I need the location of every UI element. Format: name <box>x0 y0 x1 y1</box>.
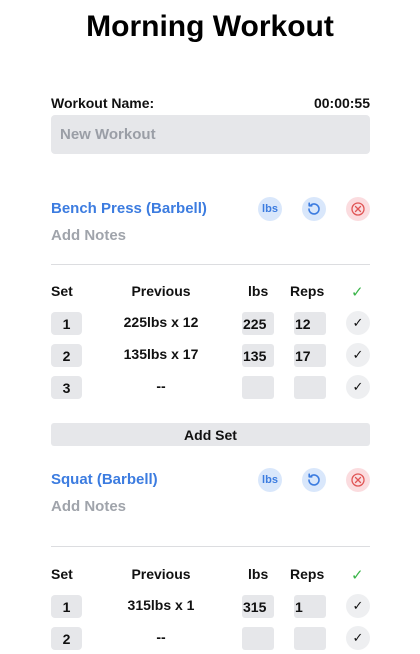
complete-set-button[interactable]: ✓ <box>346 311 370 335</box>
previous-value: -- <box>156 378 166 394</box>
divider <box>51 264 370 265</box>
page-title: Morning Workout <box>86 10 334 43</box>
notes-input[interactable] <box>51 498 251 515</box>
exercise-card: Squat (Barbell) lbs Set Previous lbs Rep… <box>51 468 370 650</box>
unit-toggle-button[interactable]: lbs <box>258 197 282 221</box>
header-previous-label: Previous <box>131 566 191 582</box>
reps-input[interactable] <box>294 312 326 335</box>
previous-value: 225lbs x 12 <box>123 314 199 330</box>
refresh-icon[interactable] <box>302 197 326 221</box>
reps-input[interactable] <box>294 595 326 618</box>
sets-table: Set Previous lbs Reps ✓ 1 315lbs x 1 ✓ 2… <box>51 566 370 654</box>
previous-value: -- <box>156 629 166 645</box>
table-row: 1 225lbs x 12 ✓ <box>51 309 370 341</box>
header-reps: Reps <box>290 566 325 582</box>
table-header: Set Previous lbs Reps ✓ <box>51 283 370 301</box>
complete-set-button[interactable]: ✓ <box>346 343 370 367</box>
workout-timer: 00:00:55 <box>313 95 370 111</box>
table-row: 2 -- ✓ <box>51 624 370 654</box>
check-icon: ✓ <box>351 284 364 301</box>
complete-set-button[interactable]: ✓ <box>346 594 370 618</box>
weight-input[interactable] <box>242 595 274 618</box>
header-set: Set <box>51 283 73 299</box>
workout-name-label: Workout Name: <box>51 95 155 111</box>
sets-table: Set Previous lbs Reps ✓ 1 225lbs x 12 ✓ … <box>51 283 370 405</box>
table-row: 1 315lbs x 1 ✓ <box>51 592 370 624</box>
weight-input[interactable] <box>242 344 274 367</box>
add-set-button[interactable]: Add Set <box>51 423 370 446</box>
previous-value: 135lbs x 17 <box>123 346 199 362</box>
header-set: Set <box>51 566 73 582</box>
set-number[interactable]: 1 <box>51 312 82 335</box>
workout-name-input[interactable] <box>51 115 370 154</box>
weight-input[interactable] <box>242 627 274 650</box>
table-row: 2 135lbs x 17 ✓ <box>51 341 370 373</box>
reps-input[interactable] <box>294 376 326 399</box>
previous-value: 315lbs x 1 <box>127 597 195 613</box>
weight-input[interactable] <box>242 376 274 399</box>
complete-set-button[interactable]: ✓ <box>346 626 370 650</box>
reps-input[interactable] <box>294 344 326 367</box>
set-number[interactable]: 1 <box>51 595 82 618</box>
weight-input[interactable] <box>242 312 274 335</box>
close-circle-icon[interactable] <box>346 197 370 221</box>
header-reps: Reps <box>290 283 325 299</box>
complete-set-button[interactable]: ✓ <box>346 375 370 399</box>
set-number[interactable]: 2 <box>51 627 82 650</box>
unit-toggle-button[interactable]: lbs <box>258 468 282 492</box>
refresh-icon[interactable] <box>302 468 326 492</box>
check-icon: ✓ <box>351 567 364 584</box>
close-circle-icon[interactable] <box>346 468 370 492</box>
set-number[interactable]: 2 <box>51 344 82 367</box>
header-weight: lbs <box>248 566 269 582</box>
divider <box>51 546 370 547</box>
table-row: 3 -- ✓ <box>51 373 370 405</box>
header-previous-label: Previous <box>131 283 191 299</box>
notes-input[interactable] <box>51 227 251 244</box>
exercise-name[interactable]: Bench Press (Barbell) <box>51 200 207 217</box>
header-weight: lbs <box>248 283 269 299</box>
table-header: Set Previous lbs Reps ✓ <box>51 566 370 584</box>
exercise-name[interactable]: Squat (Barbell) <box>51 471 158 488</box>
exercise-card: Bench Press (Barbell) lbs Set Previous l… <box>51 197 370 446</box>
reps-input[interactable] <box>294 627 326 650</box>
set-number[interactable]: 3 <box>51 376 82 399</box>
